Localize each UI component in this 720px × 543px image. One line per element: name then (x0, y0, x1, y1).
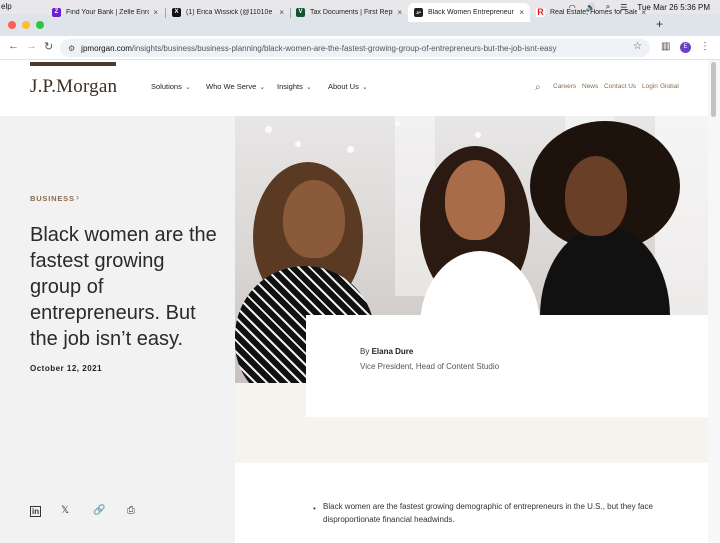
logo-accent-bar (30, 62, 116, 66)
close-tab-icon[interactable]: × (519, 8, 524, 17)
article-headline: Black women are the fastest growing grou… (30, 224, 217, 350)
url-domain: jpmorgan.com (81, 43, 132, 53)
util-news[interactable]: News (582, 83, 598, 90)
reload-icon[interactable]: ↻ (44, 40, 53, 53)
util-global[interactable]: Global (660, 83, 679, 90)
browser-toolbar: ← → ↻ ⚙ jpmorgan.com /insights/business/… (0, 36, 720, 60)
profile-avatar[interactable]: E (680, 42, 691, 53)
close-tab-icon[interactable]: × (279, 8, 284, 17)
chevron-right-icon[interactable]: › (76, 192, 79, 202)
author-byline: By Elana Dure (360, 347, 414, 356)
util-contact-us[interactable]: Contact Us (604, 83, 636, 90)
key-takeaway-1: Black women are the fastest growing demo… (323, 502, 653, 524)
nav-who-we-serve[interactable]: Who We Serve ⌄ (206, 82, 265, 91)
link-icon[interactable]: 🔗 (93, 505, 105, 516)
site-info-icon[interactable]: ⚙ (68, 44, 75, 53)
nav-solutions[interactable]: Solutions ⌄ (151, 82, 191, 91)
close-tab-icon[interactable]: × (397, 8, 402, 17)
search-icon[interactable]: ⌕ (535, 82, 541, 93)
chevron-down-icon: ⌄ (305, 83, 312, 91)
chevron-down-icon: ⌄ (259, 83, 266, 91)
jpmorgan-logo[interactable]: J.P.Morgan (30, 76, 117, 98)
nav-insights[interactable]: Insights ⌄ (277, 82, 312, 91)
close-tab-icon[interactable]: × (641, 8, 646, 17)
close-tab-icon[interactable]: × (153, 8, 158, 17)
minimize-window-button[interactable] (22, 21, 30, 29)
url-path: /insights/business/business-planning/bla… (131, 43, 557, 53)
zelle-icon: Z (52, 8, 61, 17)
chevron-down-icon: ⌄ (361, 83, 368, 91)
bookmark-star-icon[interactable]: ☆ (633, 41, 642, 52)
page-scrollbar[interactable] (708, 60, 720, 543)
x-share-icon[interactable]: 𝕏 (61, 505, 69, 516)
category-link[interactable]: BUSINESS (30, 194, 75, 203)
side-panel-icon[interactable]: ▥ (661, 41, 670, 52)
app-menu-fragment[interactable]: elp (1, 2, 12, 11)
tab-jpmorgan-active[interactable]: JP Black Women Entrepreneur × (408, 3, 530, 22)
author-name[interactable]: Elana Dure (372, 347, 414, 356)
forward-arrow-icon[interactable]: → (26, 40, 37, 52)
first-republic-icon: V (296, 8, 305, 17)
jpmorgan-icon: JP (414, 8, 423, 17)
print-icon[interactable]: ⎙ (127, 505, 135, 516)
nav-about-us[interactable]: About Us ⌄ (328, 82, 368, 91)
util-careers[interactable]: Careers (553, 83, 576, 90)
back-arrow-icon[interactable]: ← (8, 40, 19, 52)
tab-x-profile[interactable]: X (1) Erica Wissick (@11010e × (166, 3, 290, 22)
close-window-button[interactable] (8, 21, 16, 29)
publish-date: October 12, 2021 (30, 364, 103, 373)
util-login[interactable]: Login (642, 83, 658, 90)
address-bar[interactable]: ⚙ jpmorgan.com /insights/business/busine… (60, 39, 650, 57)
bullet-marker: • (313, 504, 316, 513)
more-menu-icon[interactable]: ⋮ (700, 41, 710, 52)
window-controls (8, 21, 44, 29)
tab-realtor[interactable]: R Real Estate, Homes for Sale × (530, 3, 652, 22)
zoom-window-button[interactable] (36, 21, 44, 29)
x-icon: X (172, 8, 181, 17)
tab-tax-documents[interactable]: V Tax Documents | First Repu × (290, 3, 408, 22)
author-role: Vice President, Head of Content Studio (360, 362, 500, 371)
chevron-down-icon: ⌄ (184, 83, 191, 91)
scrollbar-thumb[interactable] (711, 62, 716, 117)
tab-zelle[interactable]: Z Find Your Bank | Zelle Enro × (46, 3, 164, 22)
new-tab-icon[interactable]: + (656, 17, 663, 31)
realtor-icon: R (536, 7, 545, 17)
linkedin-icon[interactable]: in (30, 506, 42, 517)
